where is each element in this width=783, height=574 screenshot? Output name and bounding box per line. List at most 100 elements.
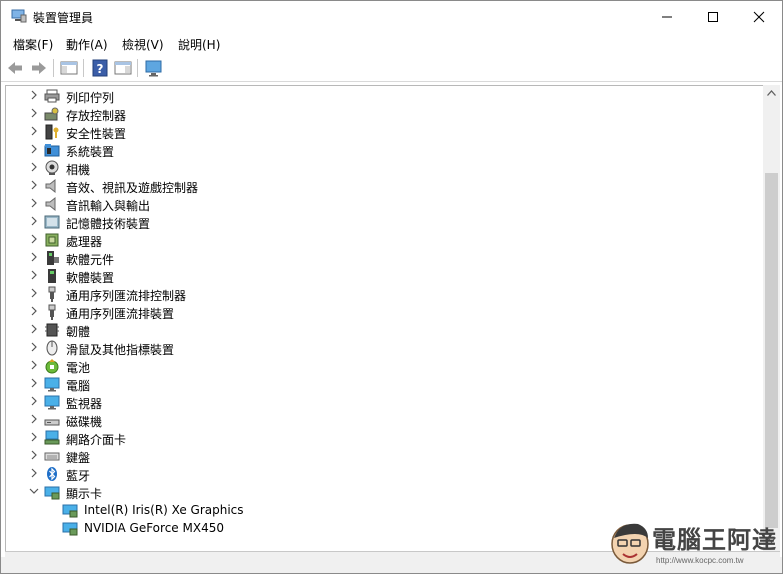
device-category-10[interactable]: 軟體裝置 [6, 267, 746, 285]
mascot-logo-icon [611, 523, 649, 564]
security-key-icon [45, 124, 59, 140]
device-category-8[interactable]: 處理器 [6, 231, 746, 249]
maximize-button[interactable] [690, 1, 736, 33]
tree-item-label: 相機 [66, 163, 91, 177]
tree-item-label: 顯示卡 [66, 487, 103, 501]
device-category-11[interactable]: 通用序列匯流排控制器 [6, 285, 746, 303]
chevron-right-icon[interactable] [28, 341, 40, 353]
title-bar[interactable]: 裝置管理員 [1, 1, 782, 33]
chevron-down-icon[interactable] [28, 485, 40, 497]
device-category-4[interactable]: 相機 [6, 159, 746, 177]
tree-item-label: 磁碟機 [66, 415, 103, 429]
device-category-20[interactable]: 鍵盤 [6, 447, 746, 465]
device-category-3[interactable]: 系統裝置 [6, 141, 746, 159]
device-category-7[interactable]: 記憶體技術裝置 [6, 213, 746, 231]
chevron-right-icon[interactable] [28, 287, 40, 299]
device-category-9[interactable]: 軟體元件 [6, 249, 746, 267]
window-title: 裝置管理員 [33, 11, 94, 25]
device-category-2[interactable]: 安全性裝置 [6, 123, 746, 141]
scan-hardware-button[interactable] [144, 58, 164, 78]
help-button[interactable]: ? [90, 58, 110, 78]
device-category-19[interactable]: 網路介面卡 [6, 429, 746, 447]
chevron-right-icon[interactable] [28, 107, 40, 119]
tree-item-label: 電腦 [66, 379, 91, 393]
menu-help[interactable]: 說明(H) [178, 36, 220, 53]
minimize-button[interactable] [644, 1, 690, 33]
monitor-scan-icon [145, 60, 162, 77]
tree-item-label: 列印佇列 [66, 91, 115, 105]
chevron-right-icon[interactable] [28, 251, 40, 263]
processor-icon [45, 233, 59, 247]
menu-view[interactable]: 檢視(V) [122, 36, 164, 53]
device-category-15[interactable]: 電池 [6, 357, 746, 375]
chevron-right-icon[interactable] [28, 377, 40, 389]
chevron-right-icon[interactable] [28, 125, 40, 137]
back-button[interactable] [5, 58, 25, 78]
chevron-right-icon[interactable] [28, 413, 40, 425]
chevron-right-icon[interactable] [28, 395, 40, 407]
show-hide-console-tree-button[interactable] [59, 58, 79, 78]
device-category-6[interactable]: 音訊輸入與輸出 [6, 195, 746, 213]
device-tree[interactable]: 列印佇列 存放控制器 安全性裝置 系統裝置相機音效、視訊及遊戲控制器 音訊輸入與輸出 記憶… [5, 85, 765, 552]
properties-icon [114, 61, 132, 75]
tree-item-label: 監視器 [66, 397, 103, 411]
disk-drive-icon [44, 419, 60, 426]
chevron-right-icon[interactable] [28, 197, 40, 209]
chevron-right-icon[interactable] [28, 161, 40, 173]
chevron-right-icon[interactable] [28, 215, 40, 227]
close-button[interactable] [736, 1, 782, 33]
tree-item-label: 通用序列匯流排裝置 [66, 307, 175, 321]
device-category-13[interactable]: 韌體 [6, 321, 746, 339]
scroll-up-icon[interactable] [767, 90, 776, 96]
chevron-right-icon[interactable] [28, 179, 40, 191]
chevron-right-icon[interactable] [28, 449, 40, 461]
chevron-right-icon[interactable] [28, 233, 40, 245]
chevron-right-icon[interactable] [28, 431, 40, 443]
menu-bar: 檔案(F) 動作(A) 檢視(V) 說明(H) [1, 33, 782, 53]
scroll-thumb[interactable] [765, 173, 778, 528]
device-category-16[interactable]: 電腦 [6, 375, 746, 393]
toolbar: ? [1, 54, 782, 82]
svg-text:?: ? [97, 62, 104, 76]
chevron-right-icon[interactable] [28, 305, 40, 317]
chevron-right-icon[interactable] [28, 143, 40, 155]
device-category-21[interactable]: 藍牙 [6, 465, 746, 483]
chevron-right-icon[interactable] [28, 269, 40, 281]
display-adapter-icon [62, 522, 78, 536]
device-category-18[interactable]: 磁碟機 [6, 411, 746, 429]
properties-button[interactable] [113, 58, 133, 78]
mouse-icon [46, 340, 58, 356]
device-category-12[interactable]: 通用序列匯流排裝置 [6, 303, 746, 321]
toolbar-separator [83, 59, 84, 77]
speaker-icon [45, 196, 56, 212]
tree-item-label: 處理器 [66, 235, 103, 249]
network-adapter-icon [44, 430, 60, 445]
device-category-14[interactable]: 滑鼠及其他指標裝置 [6, 339, 746, 357]
vertical-scrollbar[interactable] [763, 85, 780, 551]
tree-item-label: 藍牙 [66, 469, 91, 483]
display-adapter-icon [44, 486, 60, 500]
menu-action[interactable]: 動作(A) [66, 36, 108, 53]
menu-file[interactable]: 檔案(F) [13, 36, 53, 53]
device-category-0[interactable]: 列印佇列 [6, 87, 746, 105]
tree-item-label: 音效、視訊及遊戲控制器 [66, 181, 199, 195]
toolbar-separator [53, 59, 54, 77]
tree-item-label: Intel(R) Iris(R) Xe Graphics [84, 503, 244, 517]
device-manager-window: 裝置管理員 檔案(F) 動作(A) 檢視(V) 說明(H) ? 列印佇列 存放控… [0, 0, 783, 574]
device-category-1[interactable]: 存放控制器 [6, 105, 746, 123]
chevron-right-icon[interactable] [28, 89, 40, 101]
help-icon: ? [92, 59, 108, 77]
tree-item-label: 音訊輸入與輸出 [66, 199, 151, 213]
software-component-icon [47, 251, 59, 265]
chevron-right-icon[interactable] [28, 467, 40, 479]
speaker-icon [45, 178, 56, 194]
forward-button[interactable] [29, 58, 49, 78]
chevron-right-icon[interactable] [28, 359, 40, 371]
tree-item-label: 韌體 [66, 325, 91, 339]
chevron-right-icon[interactable] [28, 323, 40, 335]
device-category-17[interactable]: 監視器 [6, 393, 746, 411]
watermark-url: http://www.kocpc.com.tw [656, 556, 744, 565]
device-category-22[interactable]: 顯示卡 [6, 483, 746, 501]
close-icon [753, 11, 765, 23]
device-category-5[interactable]: 音效、視訊及遊戲控制器 [6, 177, 746, 195]
